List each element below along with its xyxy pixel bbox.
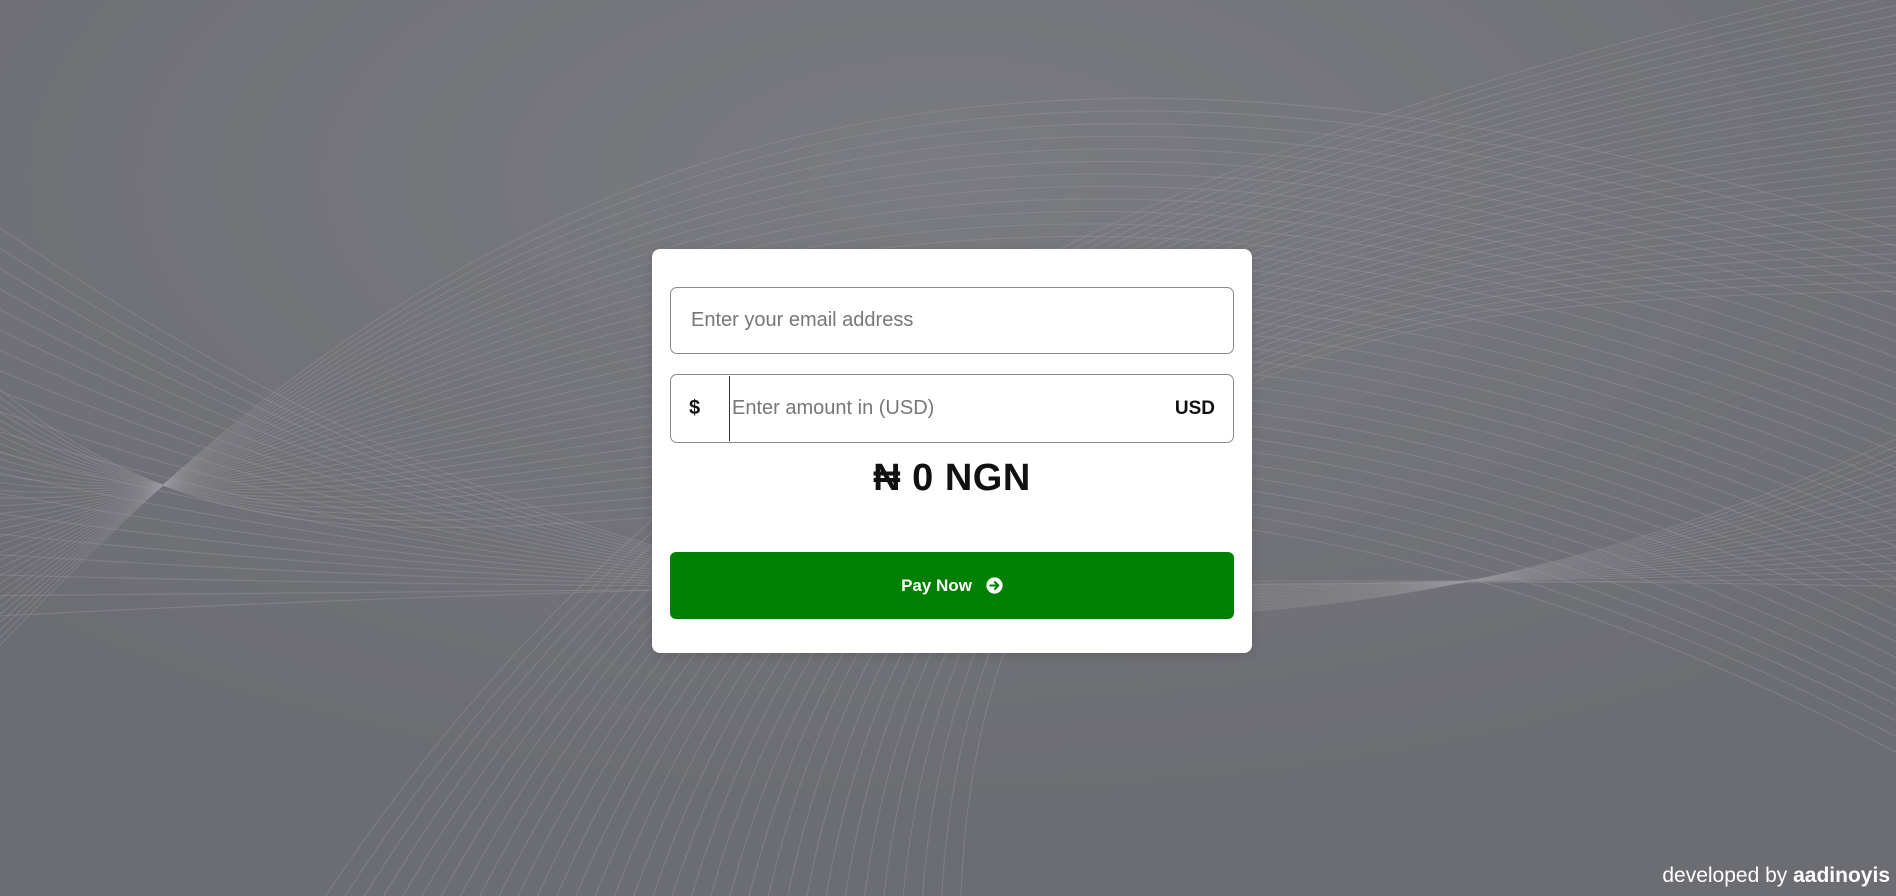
converted-amount: ₦ 0 NGN [873,457,1031,499]
pay-now-button[interactable]: Pay Now [670,552,1234,619]
footer-prefix: developed by [1662,864,1788,887]
payment-card: $ USD ₦ 0 NGN Pay Now [652,249,1252,653]
currency-label: USD [1174,398,1215,419]
dollar-sign-icon: $ [689,397,701,419]
footer-credit: developed by aadinoyis [1662,864,1890,888]
amount-field-group: $ USD [670,374,1234,443]
footer-author: aadinoyis [1793,864,1890,887]
email-field[interactable] [670,287,1234,354]
amount-input[interactable] [729,376,1132,441]
pay-now-label: Pay Now [901,575,972,595]
arrow-circle-right-icon [986,577,1003,594]
